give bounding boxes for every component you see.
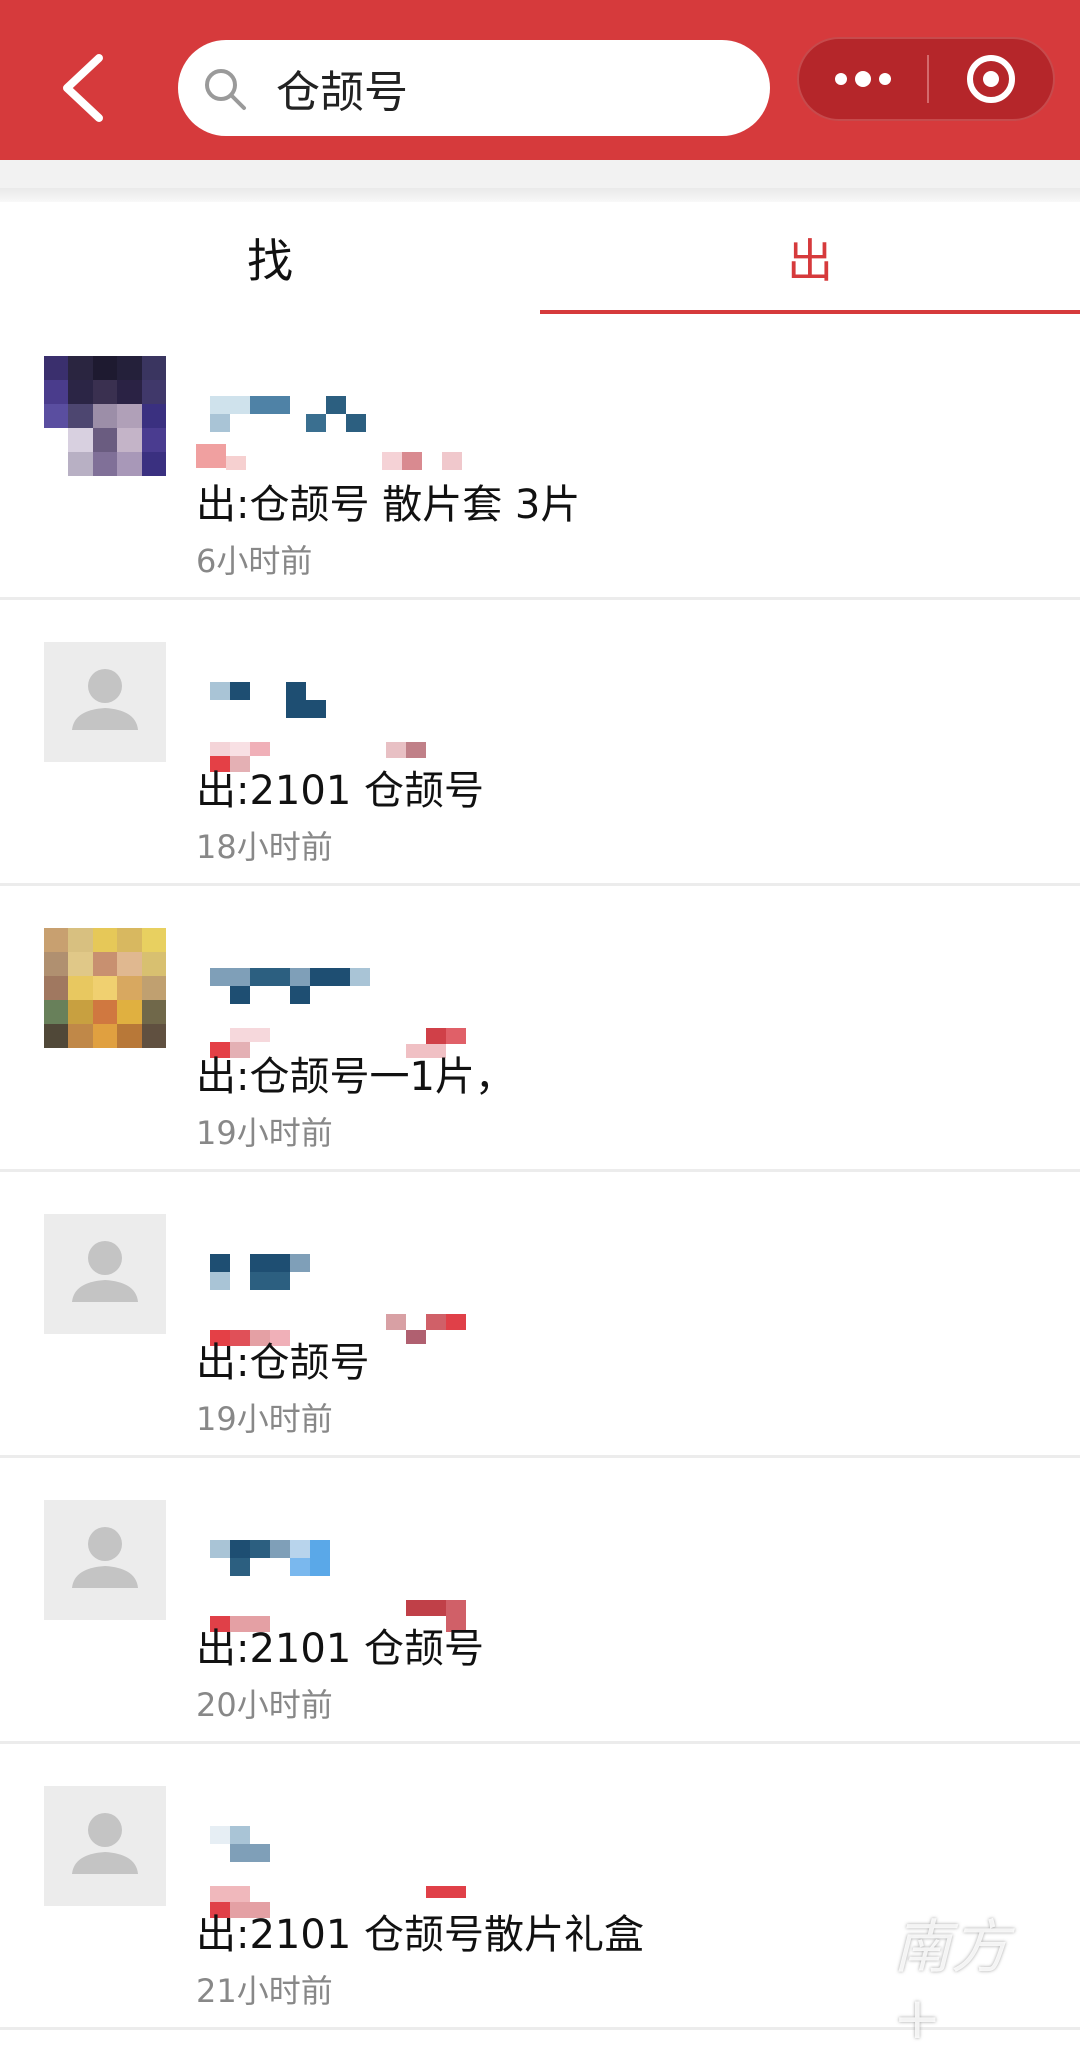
search-icon [205,69,246,110]
blurred-username [196,1806,496,1918]
post-list: 出:仓颉号 散片套 3片 6小时前 出:2101 仓颉号 18小时前 出:仓颉号… [0,314,1080,2030]
tab-find-label: 找 [247,234,293,288]
blurred-username [196,376,496,486]
avatar[interactable] [44,1500,166,1620]
back-button[interactable] [55,48,115,128]
timestamp: 19小时前 [196,1400,333,1438]
list-item[interactable]: 出:仓颉号 19小时前 [0,1172,1080,1458]
timestamp: 21小时前 [196,1972,333,2010]
more-button[interactable] [799,39,927,119]
message-text: 出:仓颉号 [196,1340,370,1386]
watermark-logo: 南方+ [893,1913,1010,2052]
timestamp: 6小时前 [196,542,313,580]
tab-out-label: 出 [787,234,833,288]
timestamp: 20小时前 [196,1686,333,1724]
timestamp: 18小时前 [196,828,333,866]
mini-program-capsule [797,37,1055,121]
close-target-icon [967,55,1015,103]
top-bar [0,0,1080,160]
header-spacer [0,160,1080,202]
more-dots-icon [835,71,891,87]
avatar[interactable] [44,928,166,1048]
avatar[interactable] [44,1214,166,1334]
default-avatar-icon [44,1214,166,1334]
search-input[interactable] [276,60,746,116]
message-text: 出:2101 仓颉号散片礼盒 [196,1912,644,1958]
blurred-username [196,1520,496,1632]
blurred-username [196,948,496,1058]
timestamp: 19小时前 [196,1114,333,1152]
chevron-left-icon [63,54,103,122]
message-text: 出:2101 仓颉号 [196,1626,484,1672]
list-item[interactable]: 出:2101 仓颉号 20小时前 [0,1458,1080,1744]
default-avatar-icon [44,642,166,762]
message-text: 出:仓颉号一1片， [196,1054,515,1100]
tab-bar: 找 出 [0,202,1080,314]
tab-find[interactable]: 找 [0,202,540,314]
search-bar[interactable] [178,40,770,136]
avatar[interactable] [44,1786,166,1906]
avatar[interactable] [44,356,166,476]
message-text: 出:仓颉号 散片套 3片 [196,482,581,528]
list-item[interactable]: 出:仓颉号 散片套 3片 6小时前 [0,314,1080,600]
default-avatar-icon [44,1786,166,1906]
message-text: 出:2101 仓颉号 [196,768,484,814]
close-button[interactable] [929,39,1053,119]
list-item[interactable]: 出:仓颉号一1片， 19小时前 [0,886,1080,1172]
default-avatar-icon [44,1500,166,1620]
avatar[interactable] [44,642,166,762]
blurred-username [196,662,496,772]
tab-out[interactable]: 出 [540,202,1080,314]
blurred-username [196,1234,496,1346]
list-item[interactable]: 出:2101 仓颉号 18小时前 [0,600,1080,886]
